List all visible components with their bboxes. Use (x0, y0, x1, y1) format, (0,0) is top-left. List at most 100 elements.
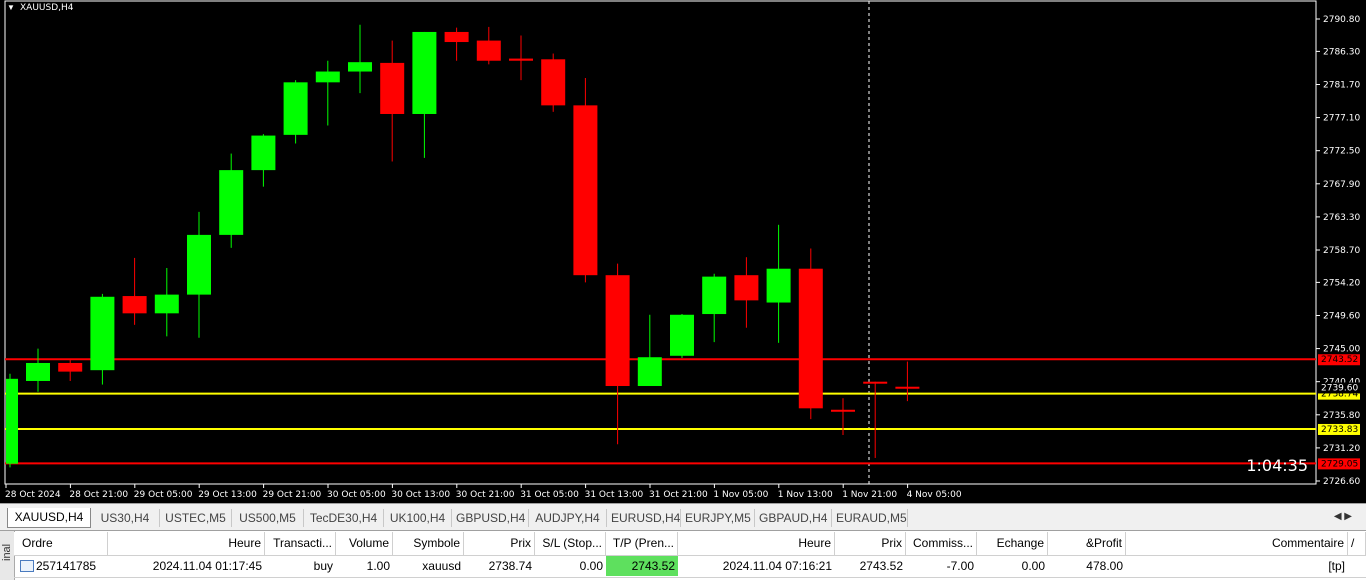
column-header[interactable]: Commiss... (906, 532, 977, 555)
time-axis-label: 1 Nov 13:00 (778, 490, 833, 500)
bar-countdown: 1:04:35 (1246, 456, 1308, 475)
candle-body (283, 82, 308, 135)
time-axis-label: 1 Nov 05:00 (713, 490, 768, 500)
time-axis-label: 31 Oct 05:00 (520, 490, 579, 500)
table-cell: 478.00 (1086, 559, 1123, 573)
column-header[interactable]: Ordre (14, 532, 108, 555)
column-header[interactable]: Heure (678, 532, 835, 555)
price-axis-label: 2726.60 (1323, 477, 1360, 487)
time-axis-label: 28 Oct 2024 (5, 490, 61, 500)
time-axis-label: 30 Oct 21:00 (456, 490, 515, 500)
candle-body (637, 357, 662, 387)
candle-body (798, 268, 823, 409)
column-header[interactable]: Prix (464, 532, 535, 555)
column-header[interactable]: &Profit (1048, 532, 1126, 555)
table-cell: [tp] (1328, 559, 1345, 573)
price-axis-label: 2763.30 (1323, 213, 1360, 223)
price-axis-label: 2745.00 (1323, 345, 1360, 355)
price-axis-label: 2777.10 (1323, 114, 1360, 124)
candle-body (734, 275, 759, 301)
chart-tab[interactable]: USTEC,M5 (160, 509, 232, 527)
column-header[interactable]: Commentaire (1126, 532, 1348, 555)
chart-canvas[interactable]: 2790.80 2786.30 2781.70 2777.10 2772.50 2767.… (0, 0, 1366, 503)
chart-tab[interactable]: AUDJPY,H4 (529, 509, 607, 527)
candle-body (122, 296, 147, 314)
candle-body (315, 71, 340, 83)
time-axis-label: 29 Oct 21:00 (263, 490, 322, 500)
chart-tab[interactable]: EURJPY,M5 (681, 509, 755, 527)
chart-tab[interactable]: GBPUSD,H4 (452, 509, 529, 527)
candle-body (187, 234, 211, 295)
column-header[interactable]: Echange (977, 532, 1048, 555)
candle-body (219, 170, 244, 235)
price-axis-label: 2749.60 (1323, 311, 1360, 321)
candle-body (541, 59, 566, 106)
candle-body (863, 381, 888, 384)
candle-body (251, 135, 276, 171)
candle-body (831, 409, 855, 412)
time-axis-label: 29 Oct 05:00 (134, 490, 193, 500)
table-cell: 2743.52 (859, 559, 903, 573)
column-header[interactable]: S/L (Stop... (535, 532, 606, 555)
candle-body (670, 314, 694, 356)
order-document-icon (20, 560, 34, 572)
column-header[interactable]: Prix (835, 532, 906, 555)
price-level-label: 2729.05 (1321, 459, 1358, 469)
candle-body (766, 268, 791, 303)
table-cell: 2024.11.04 01:17:45 (152, 559, 262, 573)
chart-tab[interactable]: UK100,H4 (384, 509, 452, 527)
terminal-side-label: inal (1, 543, 13, 561)
column-header[interactable]: Symbole (393, 532, 464, 555)
candle-body (605, 275, 630, 387)
time-axis-label: 1 Nov 21:00 (842, 490, 897, 500)
time-axis-label: 29 Oct 13:00 (198, 490, 257, 500)
price-axis-label: 2786.30 (1323, 47, 1360, 57)
price-chart[interactable]: 2790.80 2786.30 2781.70 2777.10 2772.50 2767.… (0, 0, 1366, 503)
column-header[interactable]: Heure (108, 532, 265, 555)
price-axis-label: 2790.80 (1323, 15, 1360, 25)
chart-tab[interactable]: US30,H4 (91, 509, 160, 527)
chart-tab[interactable]: GBPAUD,H4 (755, 509, 832, 527)
candle-body (154, 294, 179, 314)
chart-menu-arrow-icon[interactable]: ▼ (7, 3, 15, 12)
candle-body (444, 31, 469, 43)
table-cell: 1.00 (366, 559, 390, 573)
table-cell: 2743.52 (606, 556, 678, 576)
price-level-label: 2733.83 (1321, 425, 1358, 435)
chart-tab[interactable]: EURUSD,H4 (607, 509, 681, 527)
chart-tab[interactable]: EURAUD,M5 (832, 509, 908, 527)
candle-body (58, 362, 83, 372)
candle-body (6, 378, 18, 464)
time-axis-label: 30 Oct 13:00 (391, 490, 450, 500)
column-header[interactable]: T/P (Pren... (606, 532, 678, 555)
table-cell: 0.00 (1021, 559, 1045, 573)
tab-scroll-arrows-icon[interactable]: ◀ ▶ (1334, 511, 1352, 522)
time-axis-label: 31 Oct 13:00 (585, 490, 644, 500)
candle-body (702, 276, 727, 315)
chart-tab[interactable]: TecDE30,H4 (304, 509, 384, 527)
sort-indicator-icon[interactable]: / (1348, 532, 1366, 555)
candle-body (380, 62, 405, 114)
price-level-label: 2743.52 (1321, 355, 1358, 365)
candle-body (348, 62, 372, 72)
table-cell: buy (313, 559, 333, 573)
candle-body (26, 362, 50, 381)
terminal-side-tab[interactable]: inal (0, 531, 15, 580)
table-cell: 2024.11.04 07:16:21 (722, 559, 832, 573)
chart-tab-bar: XAUUSD,H4 US30,H4 USTEC,M5 US500,M5 TecDE30,… (0, 503, 1366, 530)
chart-tab[interactable]: US500,M5 (232, 509, 304, 527)
terminal-panel: inal Ordre Heure Transacti... Volume Symbole… (0, 530, 1366, 580)
table-cell: xauusd (422, 559, 461, 573)
column-header[interactable]: Volume (336, 532, 393, 555)
chart-tab[interactable]: XAUUSD,H4 (7, 508, 91, 528)
column-header[interactable]: Transacti... (265, 532, 336, 555)
price-axis-label: 2735.80 (1323, 411, 1360, 421)
price-axis-label: 2781.70 (1323, 80, 1360, 90)
candle-body (412, 31, 437, 114)
candle-body (90, 296, 115, 371)
table-cell: 0.00 (579, 559, 603, 573)
candle-body (895, 386, 920, 389)
time-axis-label: 4 Nov 05:00 (907, 490, 962, 500)
candle-body (573, 105, 598, 276)
price-axis-label: 2772.50 (1323, 147, 1360, 157)
